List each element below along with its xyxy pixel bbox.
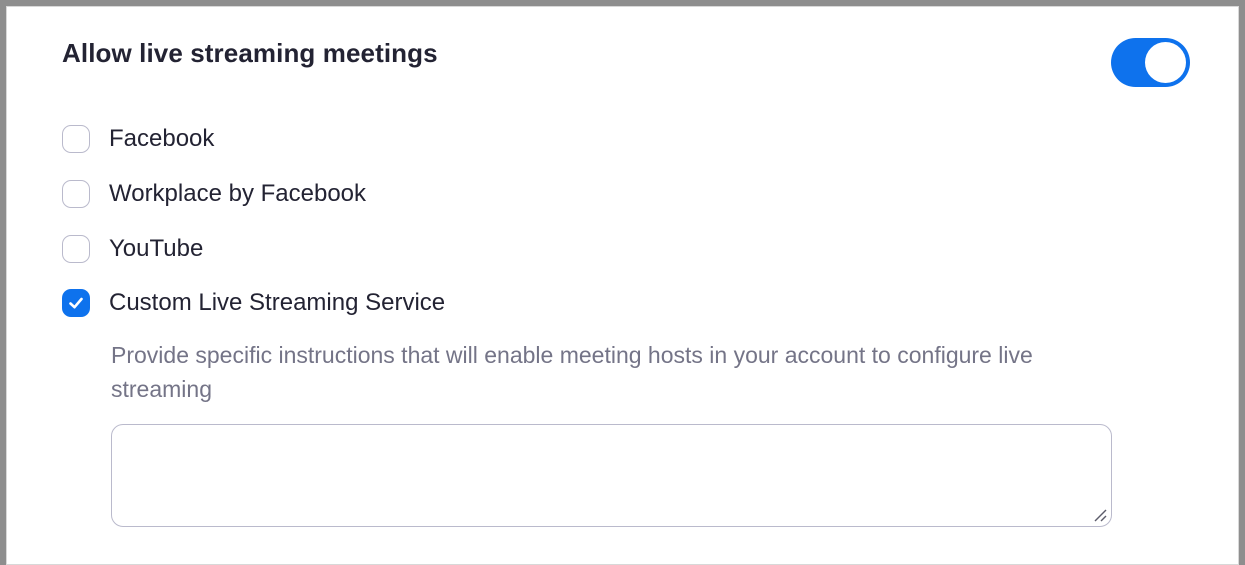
option-youtube[interactable]: YouTube [62, 233, 203, 265]
youtube-checkbox[interactable] [62, 235, 90, 263]
option-facebook[interactable]: Facebook [62, 123, 214, 155]
workplace-checkbox[interactable] [62, 180, 90, 208]
option-label: Facebook [109, 125, 215, 152]
facebook-checkbox[interactable] [62, 125, 90, 153]
option-label: Workplace by Facebook [109, 180, 367, 207]
option-workplace-by-facebook[interactable]: Workplace by Facebook [62, 178, 366, 210]
live-streaming-toggle[interactable] [1111, 38, 1190, 87]
custom-service-checkbox[interactable] [62, 289, 90, 317]
option-custom-live-streaming[interactable]: Custom Live Streaming Service [62, 287, 445, 319]
streaming-instructions-input[interactable] [111, 424, 1112, 527]
option-label: YouTube [109, 235, 204, 262]
resize-grip-icon[interactable] [1093, 508, 1107, 522]
toggle-knob [1145, 42, 1186, 83]
custom-service-description: Provide specific instructions that will … [111, 342, 1033, 402]
setting-title: Allow live streaming meetings [62, 38, 438, 68]
check-icon [69, 297, 83, 309]
option-label: Custom Live Streaming Service [109, 289, 446, 316]
